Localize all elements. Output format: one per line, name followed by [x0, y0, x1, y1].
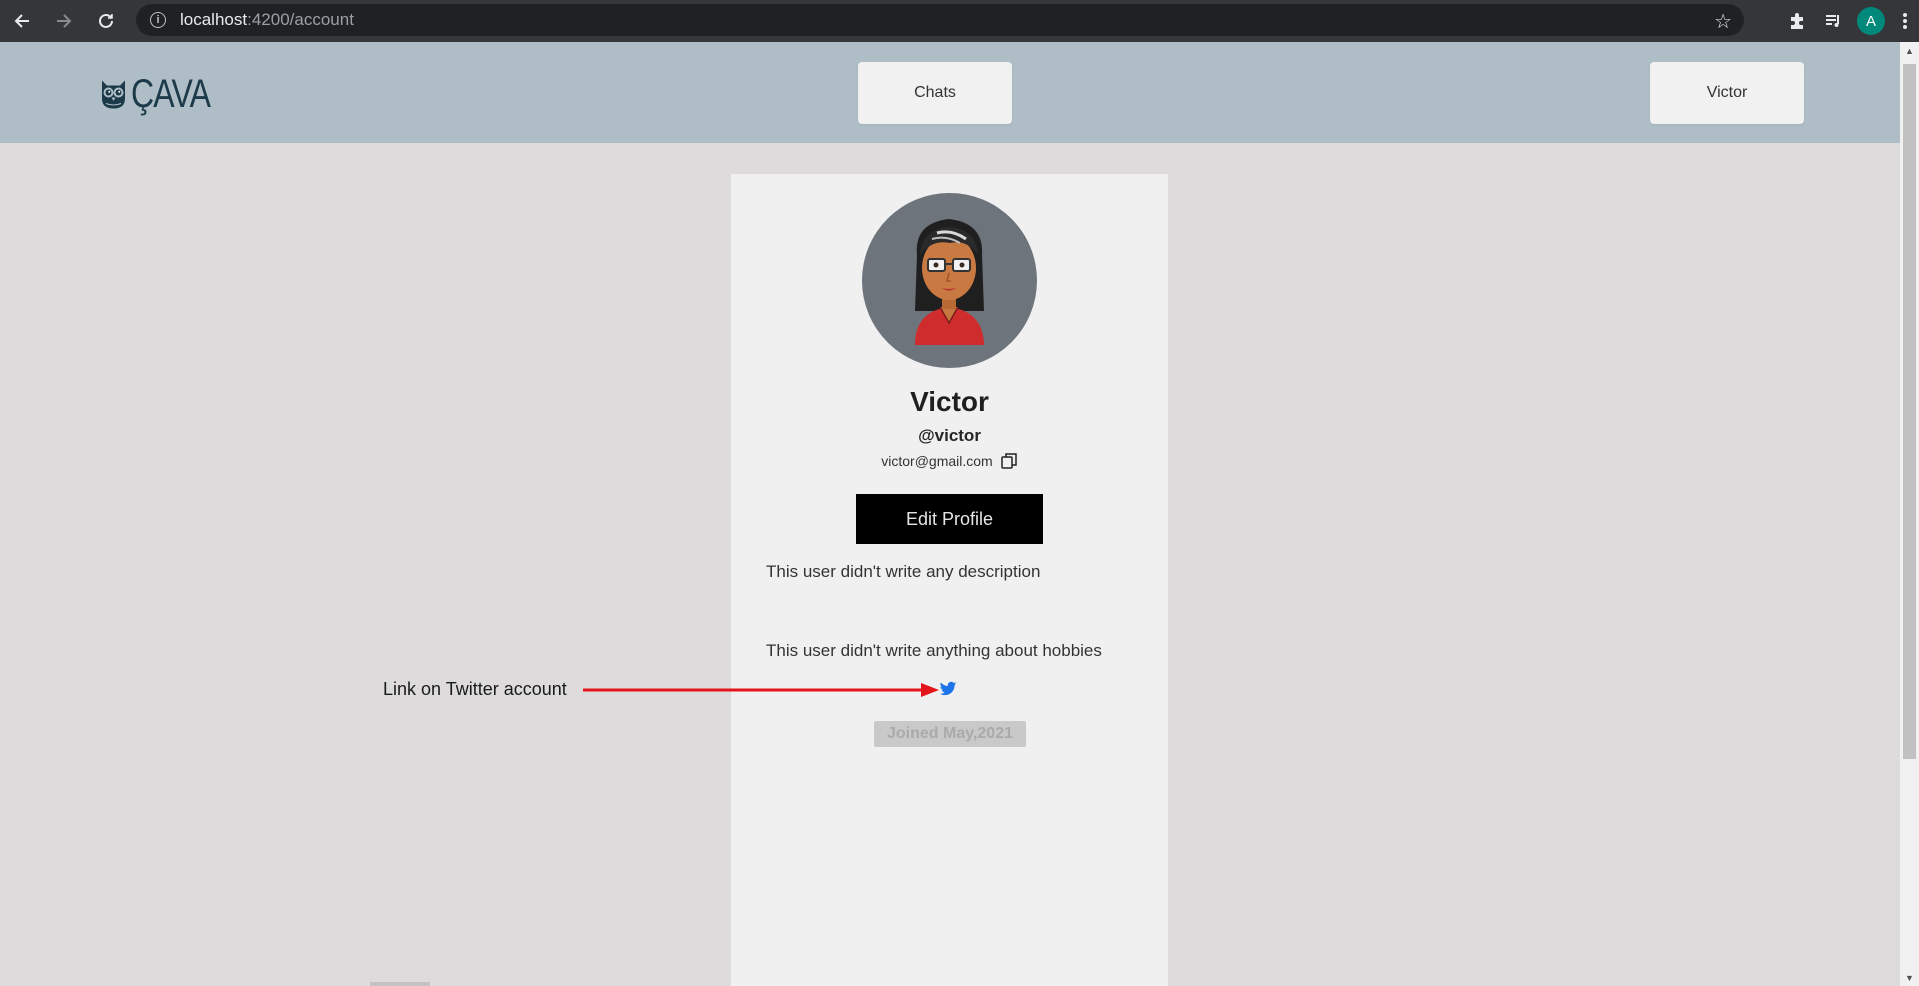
scroll-thumb[interactable]	[1903, 64, 1916, 759]
kebab-menu-icon[interactable]	[1891, 3, 1919, 39]
owl-logo-icon	[102, 80, 125, 109]
scroll-down-arrow-icon[interactable]: ▼	[1900, 969, 1919, 986]
profile-hobbies: This user didn't write anything about ho…	[766, 641, 1102, 660]
edit-profile-button[interactable]: Edit Profile	[856, 494, 1043, 544]
email-row: victor@gmail.com	[731, 452, 1168, 470]
page-scrollbar[interactable]: ▲ ▼	[1900, 42, 1919, 986]
avatar	[862, 193, 1037, 368]
queue-music-icon[interactable]	[1815, 3, 1851, 39]
copy-icon[interactable]	[1000, 452, 1018, 470]
chats-button[interactable]: Chats	[858, 62, 1012, 124]
profile-description: This user didn't write any description	[766, 562, 1041, 581]
star-icon[interactable]: ☆	[1714, 9, 1732, 34]
profile-display-name: Victor	[910, 386, 989, 417]
back-arrow-icon[interactable]	[8, 7, 36, 35]
browser-toolbar: i localhost:4200/account ☆ A	[0, 0, 1919, 42]
twitter-icon[interactable]	[939, 680, 957, 698]
extension-area: A	[1779, 0, 1919, 42]
url-text[interactable]: localhost:4200/account	[180, 10, 354, 30]
logo-text: ÇAVA	[131, 71, 211, 116]
joined-badge: Joined May,2021	[874, 721, 1026, 747]
puzzle-icon[interactable]	[1779, 3, 1815, 39]
profile-card: Victor @victor victor@gmail.com Edit Pro…	[731, 174, 1168, 986]
app-header: ÇAVA Chats Victor	[0, 42, 1900, 143]
annotation-label: Link on Twitter account	[383, 679, 567, 699]
info-icon[interactable]: i	[150, 12, 166, 28]
browser-profile-avatar[interactable]: A	[1857, 7, 1885, 35]
url-host: localhost	[180, 10, 248, 29]
user-menu-button[interactable]: Victor	[1650, 62, 1804, 124]
profile-username: @victor	[918, 426, 981, 445]
profile-email: victor@gmail.com	[881, 453, 993, 469]
bottom-scroll-indicator	[370, 982, 430, 986]
forward-arrow-icon[interactable]	[50, 7, 78, 35]
reload-icon[interactable]	[92, 7, 120, 35]
scroll-up-arrow-icon[interactable]: ▲	[1900, 42, 1919, 59]
url-path: :4200/account	[247, 10, 354, 29]
address-bar[interactable]: i localhost:4200/account ☆	[136, 4, 1744, 36]
cava-logo[interactable]: ÇAVA	[100, 62, 230, 126]
annotation-arrow	[583, 683, 939, 697]
